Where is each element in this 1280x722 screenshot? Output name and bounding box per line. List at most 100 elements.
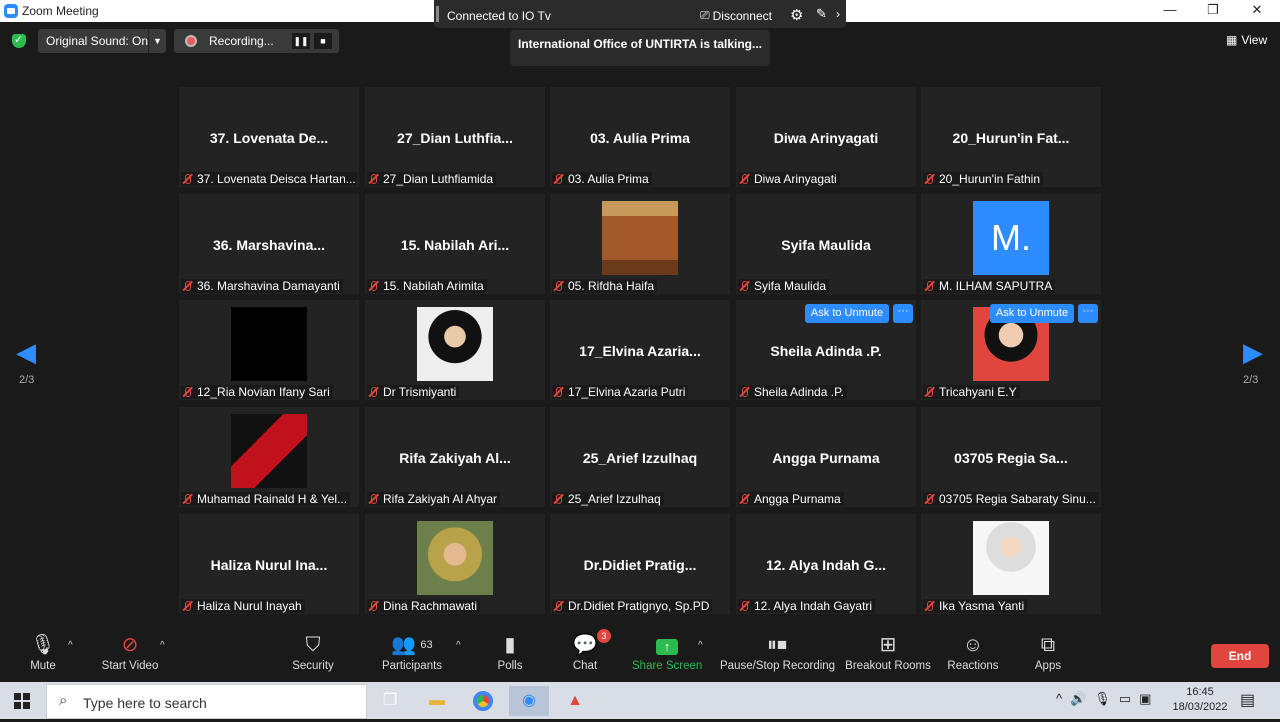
participant-tile[interactable]: 27_Dian Luthfia... 27_Dian Luthfiamida [365,87,545,187]
search-icon: ⌕ [59,692,68,709]
view-button[interactable]: ▦ View [1226,33,1267,47]
pin-icon[interactable]: ✎ [816,6,827,22]
taskbar-clock[interactable]: 16:45 18/03/2022 [1170,685,1230,715]
participant-tile[interactable]: Ika Yasma Yanti [921,514,1101,614]
mute-button[interactable]: 🎙 Mute [22,632,64,672]
muted-mic-icon [181,386,193,398]
security-shield-icon[interactable] [12,33,26,48]
participant-video [231,307,307,381]
smiley-plus-icon: ☺ [962,634,984,656]
breakout-rooms-button[interactable]: ⊞ Breakout Rooms [845,632,931,672]
participant-tile[interactable]: Dina Rachmawati [365,514,545,614]
chrome-icon[interactable] [463,686,503,716]
audio-options-caret-icon[interactable]: ^ [68,640,73,651]
stop-recording-button[interactable]: ■ [314,33,332,49]
participant-tile[interactable]: 12. Alya Indah G... 12. Alya Indah Gayatr… [736,514,916,614]
participant-gallery: 37. Lovenata De... 37. Lovenata Deisca Ha… [179,87,1102,615]
ask-to-unmute-button[interactable]: Ask to Unmute [990,304,1074,323]
participant-tile[interactable]: Dr.Didiet Pratig... Dr.Didiet Pratignyo, … [550,514,730,614]
ask-to-unmute-button[interactable]: Ask to Unmute [805,304,889,323]
share-screen-button[interactable]: ↑ Share Screen [632,632,702,672]
network-icon[interactable]: ▣ [1139,691,1151,707]
participant-tile[interactable]: Haliza Nurul Ina... Haliza Nurul Inayah [179,514,359,614]
participants-label: Participants [381,660,443,672]
breakout-grid-icon: ⊞ [879,634,897,656]
polls-button[interactable]: ▮ Polls [490,632,530,672]
participant-tile[interactable]: 37. Lovenata De... 37. Lovenata Deisca Ha… [179,87,359,187]
video-options-caret-icon[interactable]: ^ [160,640,165,651]
muted-mic-icon [181,280,193,292]
participants-caret-icon[interactable]: ^ [456,640,461,651]
previous-page-arrow-icon[interactable]: ◀ [16,337,36,368]
participant-tile[interactable]: 03. Aulia Prima 03. Aulia Prima [550,87,730,187]
chat-label: Chat [572,660,598,672]
drag-handle[interactable] [436,6,439,22]
share-screen-icon: ↑ [632,632,702,658]
close-button[interactable]: ✕ [1242,2,1272,18]
participant-tile[interactable]: 03705 Regia Sa... 03705 Regia Sabaraty Si… [921,407,1101,507]
participant-name-label: Muhamad Rainald H & Yel... [181,492,351,506]
participant-tile[interactable]: Sheila Adinda .P. Ask to Unmute ··· Sheila … [736,300,916,400]
original-sound-toggle[interactable]: Original Sound: On ▼ [38,29,166,53]
chat-button[interactable]: 💬 3 Chat [566,629,611,672]
participant-tile[interactable]: Angga Purnama Angga Purnama [736,407,916,507]
taskbar-search-box[interactable]: ⌕ Type here to search [46,684,367,719]
next-page-arrow-icon[interactable]: ▶ [1243,337,1263,368]
participant-tile[interactable]: 12_Ria Novian Ifany Sari [179,300,359,400]
more-options-button[interactable]: ··· [893,304,913,323]
participant-name: Haliza Nurul Inayah [197,599,302,613]
participant-tile[interactable]: Dr Trismiyanti [365,300,545,400]
participant-tile[interactable]: 15. Nabilah Ari... 15. Nabilah Arimita [365,194,545,294]
notification-icon[interactable]: ▤ [1240,690,1255,710]
chevron-right-icon[interactable]: › [836,7,840,21]
participant-tile[interactable]: 20_Hurun'in Fat... 20_Hurun'in Fathin [921,87,1101,187]
pause-recording-button[interactable]: ❚❚ [292,33,310,49]
participant-tile[interactable]: 05. Rifdha Haifa [550,194,730,294]
disconnect-button[interactable]: ⎚ Disconnect [700,8,772,23]
battery-icon[interactable]: ▭ [1119,691,1131,707]
apps-button[interactable]: ⧉ Apps [1030,632,1066,672]
chevron-down-icon[interactable]: ▼ [148,29,166,53]
task-view-icon[interactable]: ❐ [370,686,410,716]
muted-mic-icon [367,386,379,398]
participant-name: 12_Ria Novian Ifany Sari [197,385,330,399]
muted-mic-icon [923,600,935,612]
pdf-reader-icon[interactable]: ▲ [555,686,595,716]
restore-button[interactable]: ❐ [1198,2,1228,18]
pause-stop-recording-button[interactable]: ⏸⏹ Pause/Stop Recording [720,632,835,672]
minimize-button[interactable]: — [1155,2,1185,17]
more-options-button[interactable]: ··· [1078,304,1098,323]
grid-icon: ▦ [1226,33,1238,47]
participant-tile[interactable]: 17_Elvina Azaria... 17_Elvina Azaria Putr… [550,300,730,400]
participant-name-label: 05. Rifdha Haifa [552,279,658,293]
chevron-up-icon[interactable]: ^ [1056,691,1062,707]
security-button[interactable]: ⛉ Security [285,632,341,672]
participant-tile[interactable]: Diwa Arinyagati Diwa Arinyagati [736,87,916,187]
end-meeting-button[interactable]: End [1211,644,1269,668]
participant-name: 25_Arief Izzulhaq [568,492,661,506]
zoom-taskbar-icon[interactable]: ◉ [509,686,549,716]
participant-name: Dina Rachmawati [383,599,478,613]
gear-icon[interactable]: ⚙ [790,6,803,24]
start-video-label: Start Video [101,660,159,672]
participant-tile[interactable]: Rifa Zakiyah Al... Rifa Zakiyah Al Ahyar [365,407,545,507]
participants-button[interactable]: 👥 63 Participants [378,632,446,672]
muted-mic-icon [552,600,564,612]
windows-start-icon[interactable] [14,693,30,709]
participant-tile[interactable]: Ask to Unmute ··· Tricahyani E.Y [921,300,1101,400]
participant-name-label: 03. Aulia Prima [552,172,652,186]
participant-tile[interactable]: Muhamad Rainald H & Yel... [179,407,359,507]
participant-tile[interactable]: M. M. ILHAM SAPUTRA [921,194,1101,294]
muted-mic-icon [181,600,193,612]
reactions-button[interactable]: ☺ Reactions [946,632,1000,672]
page-indicator-left: 2/3 [19,374,35,386]
speaker-icon[interactable]: 🔊 [1070,691,1086,707]
file-explorer-icon[interactable]: ▬ [417,686,457,716]
start-video-button[interactable]: ⊘ Start Video [98,632,162,672]
share-options-caret-icon[interactable]: ^ [698,640,703,651]
microphone-tray-icon[interactable]: 🎙 [1094,691,1111,707]
participant-tile[interactable]: 36. Marshavina... 36. Marshavina Damayant… [179,194,359,294]
participant-tile[interactable]: Syifa Maulida Syifa Maulida [736,194,916,294]
muted-mic-icon [367,280,379,292]
participant-tile[interactable]: 25_Arief Izzulhaq 25_Arief Izzulhaq [550,407,730,507]
